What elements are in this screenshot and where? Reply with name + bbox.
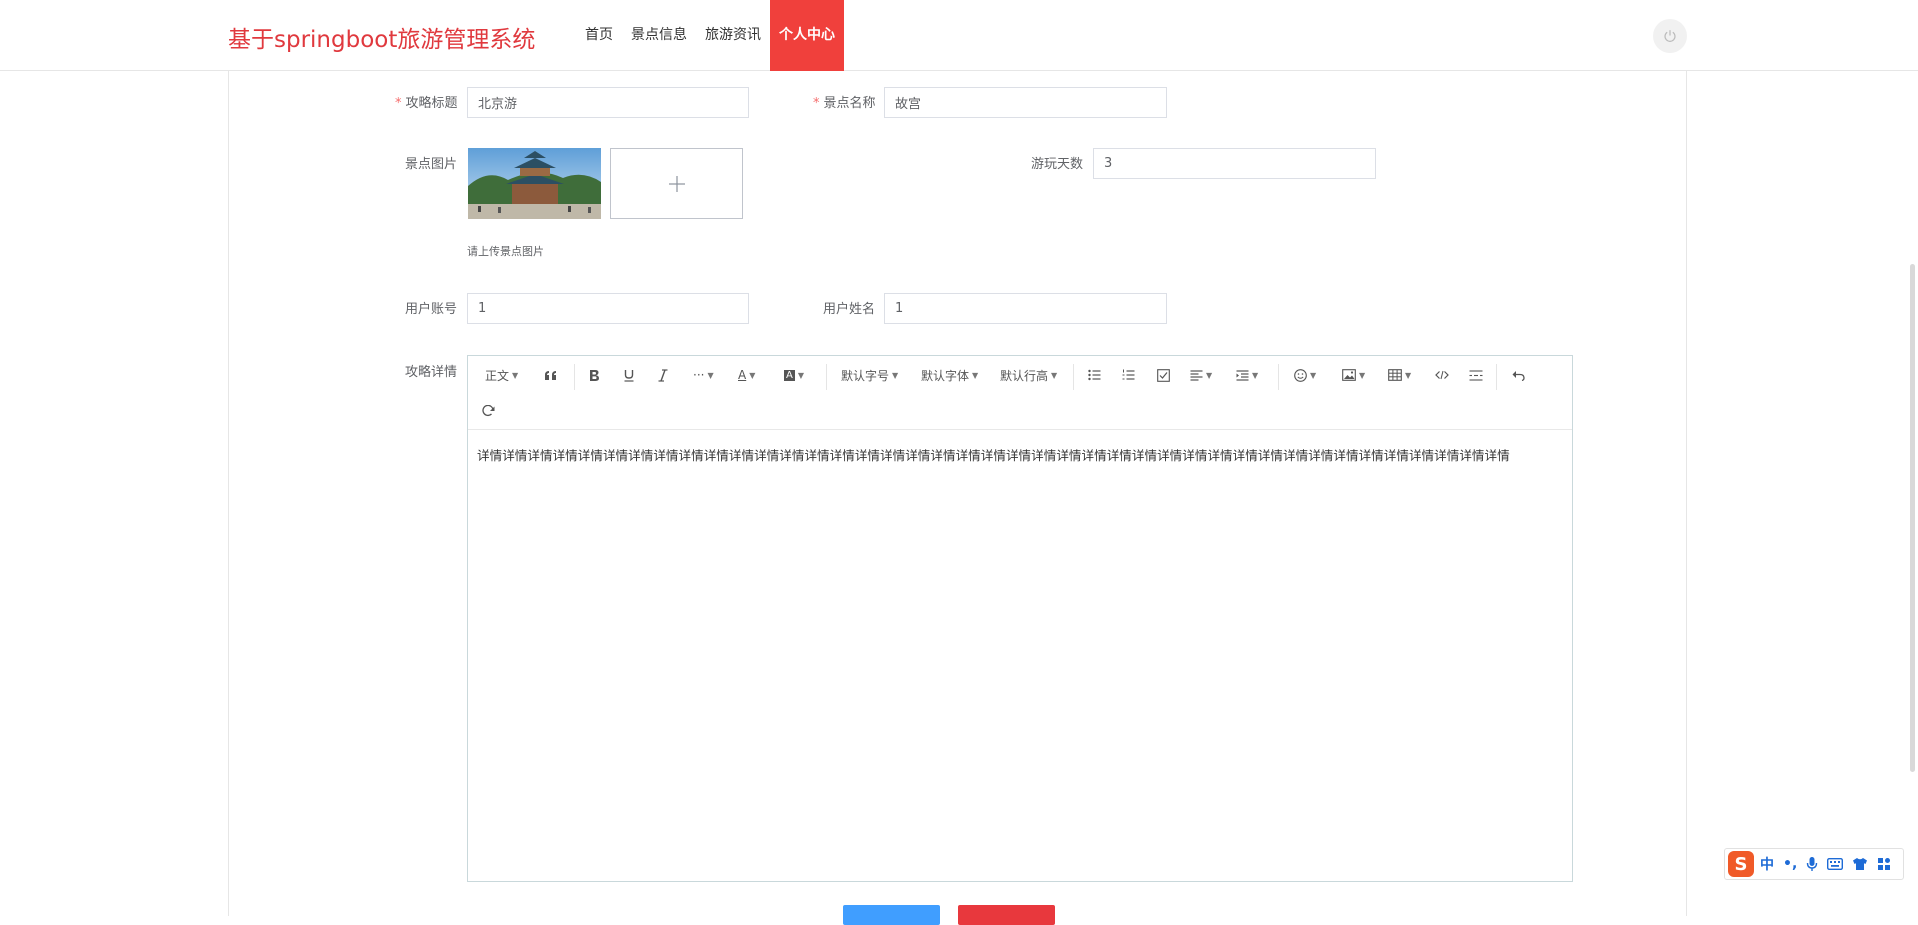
- nav-personal-center[interactable]: 个人中心: [770, 0, 844, 71]
- paragraph-label: 正文: [485, 368, 510, 383]
- power-icon: [1664, 30, 1676, 42]
- indent-dropdown[interactable]: ▼: [1236, 364, 1258, 386]
- checkbox-icon: [1157, 368, 1170, 382]
- table-dropdown[interactable]: ▼: [1388, 364, 1411, 386]
- paragraph-dropdown[interactable]: 正文 ▼: [485, 364, 518, 386]
- bullet-list-button[interactable]: [1088, 364, 1101, 386]
- detail-label: 攻略详情: [405, 365, 458, 380]
- required-mark: *: [813, 96, 820, 111]
- image-label: 景点图片: [405, 157, 458, 172]
- background-color-icon: A: [784, 369, 795, 381]
- spot-name-input[interactable]: [884, 87, 1167, 118]
- toolbar-separator: [826, 364, 827, 390]
- line-height-dropdown[interactable]: 默认行高 ▼: [1000, 364, 1057, 386]
- keyboard-icon[interactable]: [1827, 858, 1844, 870]
- site-title[interactable]: 基于springboot旅游管理系统: [228, 20, 535, 54]
- font-size-label: 默认字号: [841, 368, 890, 383]
- indent-icon: [1236, 369, 1249, 381]
- account-label: 用户账号: [405, 302, 458, 317]
- table-icon: [1388, 369, 1402, 381]
- logout-button[interactable]: [1653, 19, 1687, 53]
- underline-icon: [624, 369, 634, 382]
- spot-label: * 景点名称: [813, 92, 876, 111]
- undo-button[interactable]: [1512, 364, 1525, 386]
- rich-text-editor: 正文▼ ···▼ A▼ A▼ 默认字号▼ 默认字体▼ 默认行高▼: [467, 355, 1573, 882]
- bold-icon: [590, 369, 599, 381]
- top-header: 基于springboot旅游管理系统 首页 景点信息 旅游资讯 个人中心: [0, 0, 1918, 71]
- bullet-list-icon: [1088, 369, 1101, 381]
- todo-button[interactable]: [1157, 364, 1170, 386]
- spot-label-text: 景点名称: [823, 96, 876, 111]
- microphone-icon[interactable]: [1806, 856, 1818, 872]
- nav-scenic-info[interactable]: 景点信息: [622, 0, 696, 71]
- numbered-list-icon: [1122, 369, 1135, 380]
- cancel-button[interactable]: [958, 905, 1055, 925]
- ime-punctuation-toggle[interactable]: •,: [1783, 856, 1797, 872]
- toolbox-grid-icon[interactable]: [1877, 857, 1891, 871]
- image-upload-button[interactable]: [610, 148, 743, 219]
- numbered-list-button[interactable]: [1122, 364, 1135, 386]
- more-styles-dropdown[interactable]: ··· ▼: [693, 364, 714, 386]
- ime-toolbar: S 中 •,: [1724, 848, 1904, 880]
- font-family-label: 默认字体: [921, 368, 970, 383]
- image-dropdown[interactable]: ▼: [1342, 364, 1365, 386]
- font-color-icon: A: [738, 368, 747, 382]
- bold-button[interactable]: [589, 364, 600, 386]
- editor-content[interactable]: 详情详情详情详情详情详情详情详情详情详情详情详情详情详情详情详情详情详情详情详情…: [477, 445, 1510, 464]
- quote-icon: [545, 370, 556, 380]
- ime-mode-toggle[interactable]: 中: [1760, 854, 1774, 874]
- upload-hint: 请上传景点图片: [467, 245, 544, 258]
- nav-travel-news[interactable]: 旅游资讯: [696, 0, 770, 71]
- toolbar-separator: [1496, 364, 1497, 390]
- main-nav: 首页 景点信息 旅游资讯 个人中心: [576, 0, 844, 71]
- italic-button[interactable]: [658, 364, 668, 386]
- username-input[interactable]: [884, 293, 1167, 324]
- italic-icon: [658, 368, 668, 382]
- username-label: 用户姓名: [823, 302, 876, 317]
- plus-icon: [668, 175, 685, 192]
- background-color-dropdown[interactable]: A ▼: [784, 364, 804, 386]
- redo-icon: [482, 405, 495, 417]
- align-left-icon: [1190, 369, 1203, 381]
- toolbar-separator: [1073, 364, 1074, 390]
- toolbar-separator: [574, 364, 575, 390]
- required-mark: *: [395, 96, 402, 111]
- code-icon: [1435, 370, 1449, 380]
- align-dropdown[interactable]: ▼: [1190, 364, 1212, 386]
- scenic-image: [468, 148, 601, 219]
- page-scrollbar[interactable]: [1910, 264, 1915, 772]
- sogou-logo-icon[interactable]: S: [1728, 851, 1754, 877]
- divider-button[interactable]: [1469, 364, 1483, 386]
- skin-shirt-icon[interactable]: [1852, 857, 1868, 871]
- account-input[interactable]: [467, 293, 749, 324]
- line-height-label: 默认行高: [1000, 368, 1049, 383]
- submit-button[interactable]: [843, 905, 940, 925]
- scenic-image-thumbnail[interactable]: [468, 148, 601, 219]
- more-label: ···: [693, 368, 705, 382]
- redo-button[interactable]: [482, 400, 495, 422]
- title-input[interactable]: [467, 87, 749, 118]
- title-label: * 攻略标题: [395, 92, 458, 111]
- emoji-dropdown[interactable]: ▼: [1294, 364, 1316, 386]
- days-input[interactable]: [1093, 148, 1376, 179]
- underline-button[interactable]: [623, 364, 635, 386]
- horizontal-rule-icon: [1469, 369, 1483, 381]
- font-color-dropdown[interactable]: A ▼: [738, 364, 755, 386]
- nav-home[interactable]: 首页: [576, 0, 622, 71]
- days-label: 游玩天数: [1031, 157, 1084, 172]
- font-family-dropdown[interactable]: 默认字体 ▼: [921, 364, 978, 386]
- emoji-icon: [1294, 368, 1307, 382]
- editor-toolbar: 正文▼ ···▼ A▼ A▼ 默认字号▼ 默认字体▼ 默认行高▼: [468, 356, 1572, 430]
- toolbar-separator: [1278, 364, 1279, 390]
- title-label-text: 攻略标题: [405, 96, 458, 111]
- font-size-dropdown[interactable]: 默认字号 ▼: [841, 364, 898, 386]
- code-button[interactable]: [1435, 364, 1449, 386]
- quote-button[interactable]: [544, 364, 557, 386]
- image-icon: [1342, 369, 1356, 381]
- undo-icon: [1512, 370, 1525, 381]
